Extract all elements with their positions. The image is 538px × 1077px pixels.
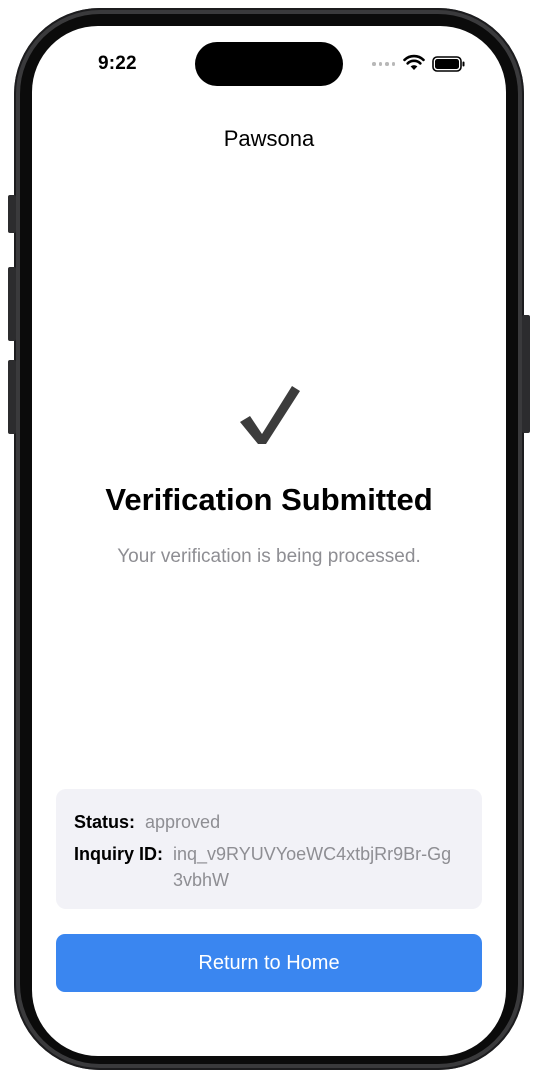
app-title: Pawsona	[223, 126, 315, 151]
wifi-icon	[403, 54, 425, 70]
inquiry-id-label: Inquiry ID:	[74, 844, 163, 864]
volume-down-button	[8, 360, 16, 434]
app-screen: 9:22 Pawsona Verification Submitted Your…	[32, 26, 506, 1056]
status-value: approved	[145, 812, 221, 832]
battery-icon	[432, 56, 465, 72]
status-row: Status: approved	[74, 809, 464, 835]
return-to-home-button[interactable]: Return to Home	[56, 934, 482, 992]
checkmark-icon	[240, 386, 300, 444]
status-time: 9:22	[98, 53, 137, 74]
inquiry-row: Inquiry ID: inq_v9RYUVYoeWC4xtbjRr9Br-Gg…	[74, 841, 464, 893]
power-button	[522, 315, 530, 433]
page-subtitle: Your verification is being processed.	[117, 546, 421, 567]
page-heading: Verification Submitted	[105, 482, 433, 517]
inquiry-id-value: inq_v9RYUVYoeWC4xtbjRr9Br-Gg3vbhW	[173, 844, 452, 890]
action-button	[8, 195, 16, 233]
dynamic-island	[195, 42, 343, 86]
verification-details-card: Status: approved Inquiry ID: inq_v9RYUVY…	[56, 789, 482, 909]
status-label: Status:	[74, 812, 136, 832]
signal-dots-icon	[372, 62, 395, 66]
volume-up-button	[8, 267, 16, 341]
